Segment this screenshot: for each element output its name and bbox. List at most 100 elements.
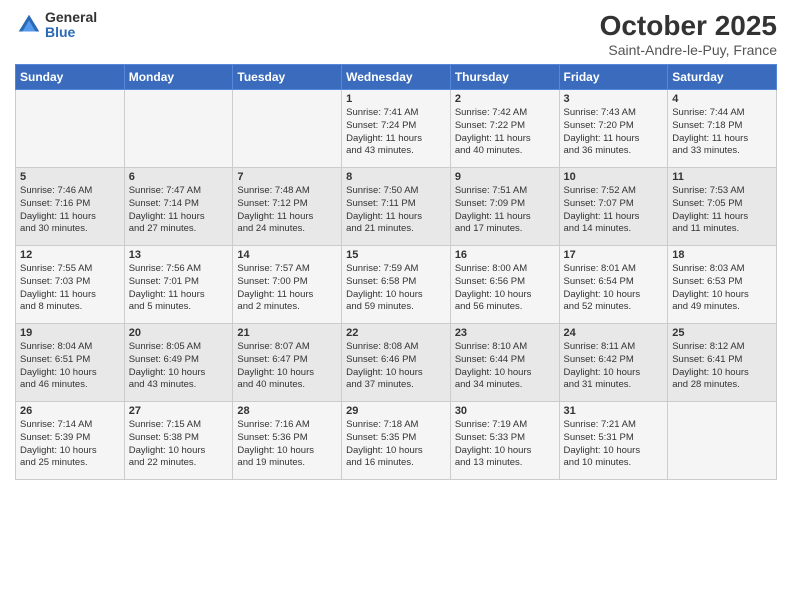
day-info: Sunset: 6:49 PM [129, 354, 199, 365]
day-number: 20 [129, 327, 229, 339]
day-info: and 27 minutes. [129, 223, 197, 234]
day-number: 29 [346, 405, 446, 417]
day-number: 15 [346, 249, 446, 261]
day-number: 24 [564, 327, 664, 339]
day-cell: 27Sunrise: 7:15 AMSunset: 5:38 PMDayligh… [124, 402, 233, 480]
day-cell: 2Sunrise: 7:42 AMSunset: 7:22 PMDaylight… [450, 90, 559, 168]
day-number: 17 [564, 249, 664, 261]
day-number: 28 [237, 405, 337, 417]
day-number: 4 [672, 93, 772, 105]
day-cell: 15Sunrise: 7:59 AMSunset: 6:58 PMDayligh… [342, 246, 451, 324]
day-info: Sunset: 5:38 PM [129, 432, 199, 443]
day-info: and 52 minutes. [564, 301, 632, 312]
day-info: Sunrise: 7:47 AM [129, 185, 201, 196]
day-info: and 46 minutes. [20, 379, 88, 390]
day-number: 3 [564, 93, 664, 105]
day-info: Sunset: 6:46 PM [346, 354, 416, 365]
day-info: Sunset: 7:09 PM [455, 198, 525, 209]
day-info: Daylight: 11 hours [346, 133, 422, 144]
day-info: Sunset: 6:54 PM [564, 276, 634, 287]
day-info: Sunset: 7:24 PM [346, 120, 416, 131]
day-info: and 5 minutes. [129, 301, 191, 312]
day-info: and 36 minutes. [564, 145, 632, 156]
day-number: 21 [237, 327, 337, 339]
day-number: 5 [20, 171, 120, 183]
day-info: Sunrise: 7:44 AM [672, 107, 744, 118]
day-info: Sunrise: 7:59 AM [346, 263, 418, 274]
day-info: Sunrise: 8:07 AM [237, 341, 309, 352]
day-number: 2 [455, 93, 555, 105]
day-info: and 8 minutes. [20, 301, 82, 312]
day-info: Daylight: 10 hours [455, 367, 532, 378]
day-info: Daylight: 11 hours [20, 211, 96, 222]
day-info: Sunrise: 8:08 AM [346, 341, 418, 352]
day-number: 27 [129, 405, 229, 417]
day-cell: 9Sunrise: 7:51 AMSunset: 7:09 PMDaylight… [450, 168, 559, 246]
day-info: Sunset: 7:11 PM [346, 198, 416, 209]
day-info: and 31 minutes. [564, 379, 632, 390]
day-number: 13 [129, 249, 229, 261]
day-info: Sunrise: 8:00 AM [455, 263, 527, 274]
day-number: 22 [346, 327, 446, 339]
day-info: Sunrise: 7:42 AM [455, 107, 527, 118]
day-cell: 31Sunrise: 7:21 AMSunset: 5:31 PMDayligh… [559, 402, 668, 480]
day-cell: 28Sunrise: 7:16 AMSunset: 5:36 PMDayligh… [233, 402, 342, 480]
day-info: Sunset: 5:33 PM [455, 432, 525, 443]
day-info: and 10 minutes. [564, 457, 632, 468]
day-info: Daylight: 11 hours [455, 211, 531, 222]
day-info: Sunset: 6:53 PM [672, 276, 742, 287]
day-info: and 22 minutes. [129, 457, 197, 468]
day-info: Daylight: 10 hours [346, 367, 423, 378]
week-row-4: 26Sunrise: 7:14 AMSunset: 5:39 PMDayligh… [16, 402, 777, 480]
day-info: Sunset: 7:01 PM [129, 276, 199, 287]
day-info: and 33 minutes. [672, 145, 740, 156]
day-cell: 10Sunrise: 7:52 AMSunset: 7:07 PMDayligh… [559, 168, 668, 246]
main-container: General Blue October 2025 Saint-Andre-le… [0, 0, 792, 490]
day-cell: 3Sunrise: 7:43 AMSunset: 7:20 PMDaylight… [559, 90, 668, 168]
day-info: Daylight: 10 hours [564, 445, 641, 456]
day-info: and 21 minutes. [346, 223, 414, 234]
day-info: and 25 minutes. [20, 457, 88, 468]
day-info: Daylight: 10 hours [346, 445, 423, 456]
day-info: Sunset: 7:16 PM [20, 198, 90, 209]
day-cell: 25Sunrise: 8:12 AMSunset: 6:41 PMDayligh… [668, 324, 777, 402]
day-info: Daylight: 10 hours [455, 445, 532, 456]
day-info: Sunset: 7:22 PM [455, 120, 525, 131]
day-info: Daylight: 11 hours [672, 211, 748, 222]
day-info: Daylight: 10 hours [237, 445, 314, 456]
day-info: Daylight: 11 hours [129, 211, 205, 222]
day-info: Sunset: 6:51 PM [20, 354, 90, 365]
day-cell: 23Sunrise: 8:10 AMSunset: 6:44 PMDayligh… [450, 324, 559, 402]
day-info: and 28 minutes. [672, 379, 740, 390]
day-info: Daylight: 10 hours [455, 289, 532, 300]
day-info: Sunset: 7:12 PM [237, 198, 307, 209]
day-info: Sunrise: 7:18 AM [346, 419, 418, 430]
day-info: and 11 minutes. [672, 223, 739, 234]
day-cell: 18Sunrise: 8:03 AMSunset: 6:53 PMDayligh… [668, 246, 777, 324]
day-number: 18 [672, 249, 772, 261]
calendar-body: 1Sunrise: 7:41 AMSunset: 7:24 PMDaylight… [16, 90, 777, 480]
day-number: 10 [564, 171, 664, 183]
week-row-2: 12Sunrise: 7:55 AMSunset: 7:03 PMDayligh… [16, 246, 777, 324]
header-row: SundayMondayTuesdayWednesdayThursdayFrid… [16, 65, 777, 90]
day-info: Sunrise: 8:04 AM [20, 341, 92, 352]
day-number: 14 [237, 249, 337, 261]
day-info: Sunrise: 7:21 AM [564, 419, 636, 430]
day-info: Sunset: 6:56 PM [455, 276, 525, 287]
day-info: Sunrise: 7:50 AM [346, 185, 418, 196]
day-info: and 17 minutes. [455, 223, 523, 234]
day-number: 7 [237, 171, 337, 183]
week-row-1: 5Sunrise: 7:46 AMSunset: 7:16 PMDaylight… [16, 168, 777, 246]
day-info: and 40 minutes. [455, 145, 523, 156]
day-number: 30 [455, 405, 555, 417]
day-info: Daylight: 10 hours [20, 445, 97, 456]
day-info: Sunrise: 7:41 AM [346, 107, 418, 118]
day-info: Daylight: 10 hours [672, 289, 749, 300]
header: General Blue October 2025 Saint-Andre-le… [15, 10, 777, 58]
day-info: Daylight: 11 hours [672, 133, 748, 144]
day-info: Sunrise: 7:19 AM [455, 419, 527, 430]
day-cell: 11Sunrise: 7:53 AMSunset: 7:05 PMDayligh… [668, 168, 777, 246]
day-info: Sunrise: 7:56 AM [129, 263, 201, 274]
day-info: Sunrise: 7:14 AM [20, 419, 92, 430]
day-number: 19 [20, 327, 120, 339]
